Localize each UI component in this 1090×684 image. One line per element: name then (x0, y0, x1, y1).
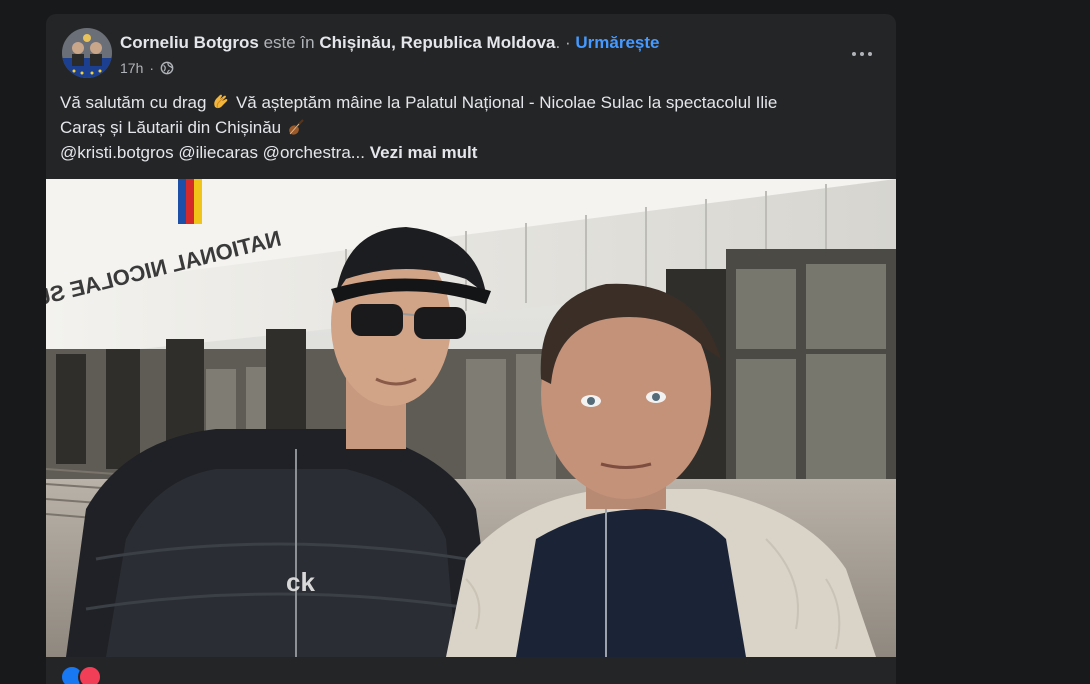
message-line-3: @kristi.botgros @iliecaras @orchestra...… (60, 140, 880, 165)
post-meta: 17h · (120, 59, 174, 77)
post-title-line: Corneliu Botgros este în Chișinău, Repub… (120, 32, 659, 54)
title-separator: · (564, 33, 571, 52)
feed-post: Corneliu Botgros este în Chișinău, Repub… (46, 14, 896, 684)
author-name-link[interactable]: Corneliu Botgros (120, 33, 259, 52)
globe-icon[interactable] (160, 61, 174, 75)
more-options-icon[interactable] (844, 36, 880, 72)
message-line-2: Caraș și Lăutarii din Chișinău (60, 115, 880, 140)
follow-button[interactable]: Urmărește (575, 33, 659, 52)
violin-emoji (289, 119, 304, 135)
location-link[interactable]: Chișinău, Republica Moldova (319, 33, 555, 52)
reaction-icons[interactable] (60, 665, 102, 684)
message-line-1: Vă salutăm cu drag Vă așteptăm mâine la … (60, 90, 880, 115)
avatar-image (62, 28, 112, 78)
message-text-c: Caraș și Lăutarii din Chișinău (60, 118, 282, 137)
selfie-photo-illustration: NATIONAL NICOLAE SU ck (46, 179, 896, 657)
post-message: Vă salutăm cu drag Vă așteptăm mâine la … (60, 90, 880, 165)
message-text-b: Vă așteptăm mâine la Palatul Național - … (235, 93, 778, 112)
mentions-text[interactable]: @kristi.botgros @iliecaras @orchestra... (60, 143, 365, 162)
clapping-hands-emoji (214, 94, 228, 109)
post-timestamp[interactable]: 17h (120, 59, 143, 77)
location-period: . (555, 33, 561, 52)
jacket-logo: ck (286, 567, 315, 597)
message-text-a: Vă salutăm cu drag (60, 93, 207, 112)
meta-separator: · (149, 60, 155, 76)
author-avatar[interactable] (62, 28, 112, 78)
post-header: Corneliu Botgros este în Chișinău, Repub… (46, 14, 896, 90)
see-more-button[interactable]: Vezi mai mult (370, 143, 478, 162)
love-reaction-icon (78, 665, 102, 684)
checkin-connector: este în (263, 33, 315, 52)
post-photo[interactable]: NATIONAL NICOLAE SU ck (46, 179, 896, 657)
